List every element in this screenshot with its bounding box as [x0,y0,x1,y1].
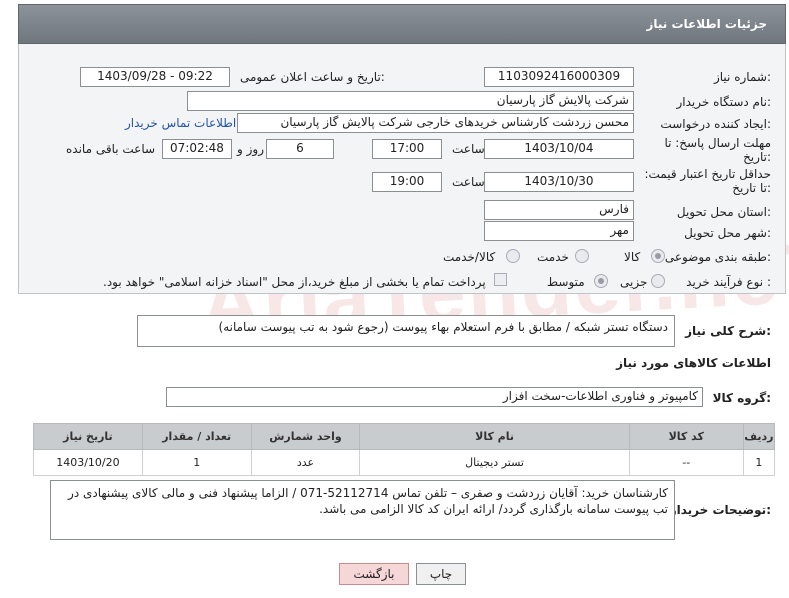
cell-code: -- [628,449,744,476]
province-field[interactable]: فارس [484,200,634,220]
process-minor-label: جزیی [620,275,648,289]
requester-label: ایجاد کننده درخواست: [660,117,771,131]
goods-table: ردیف کد کالا نام کالا واحد شمارش تعداد /… [33,423,776,476]
cell-name: تستر دیجیتال [359,449,630,476]
table-row[interactable]: 1 -- تستر دیجیتال عدد 1 1403/10/20 [33,449,776,476]
category-service-label: خدمت [537,250,569,264]
announce-label: تاریخ و ساعت اعلان عمومی: [240,70,385,84]
cell-unit: عدد [250,449,361,476]
page-title: جزئیات اطلاعات نیاز [646,17,767,31]
title-bar: جزئیات اطلاعات نیاز [18,4,786,44]
goods-group-label: گروه کالا: [712,391,771,405]
back-button[interactable]: بازگشت [339,563,409,585]
category-radio-both[interactable] [506,249,520,263]
process-radio-medium[interactable] [594,274,608,288]
cell-date: 1403/10/20 [33,449,143,476]
announce-field[interactable]: 1403/09/28 - 09:22 [80,67,230,87]
days-field[interactable]: 6 [266,139,334,159]
buyer-notes-label: توضیحات خریدار: [669,503,771,517]
buyer-notes-textarea[interactable]: کارشناسان خرید: آقایان زردشت و صفری – تل… [50,480,675,540]
process-radio-minor[interactable] [651,274,665,288]
category-radio-goods[interactable] [651,249,665,263]
goods-group-field[interactable]: کامپیوتر و فناوری اطلاعات-سخت افزار [166,387,703,407]
price-time-field[interactable]: 19:00 [372,172,442,192]
buyer-org-field[interactable]: شرکت پالایش گاز پارسیان [187,91,634,111]
requester-field[interactable]: محسن زردشت کارشناس خریدهای خارجی شرکت پا… [237,113,634,133]
remaining-time-field[interactable]: 07:02:48 [162,139,232,159]
col-unit: واحد شمارش [250,423,361,450]
category-label: طبقه بندی موضوعی: [664,250,771,264]
buyer-contact-link[interactable]: اطلاعات تماس خریدار [125,116,236,130]
price-time-label: ساعت [452,175,485,189]
category-radio-service[interactable] [575,249,589,263]
col-row: ردیف [742,423,776,450]
description-label: شرح کلی نیاز: [685,324,771,338]
reply-date-field[interactable]: 1403/10/04 [484,139,634,159]
reply-time-field[interactable]: 17:00 [372,139,442,159]
price-date-field[interactable]: 1403/10/30 [484,172,634,192]
need-number-field[interactable]: 1103092416000309 [484,67,634,87]
col-code: کد کالا [628,423,744,450]
payment-note: پرداخت تمام یا بخشی از مبلغ خرید،از محل … [103,275,486,289]
province-label: استان محل تحویل: [676,205,771,219]
remaining-label: ساعت باقی مانده [66,142,156,156]
city-label: شهر محل تحویل: [684,226,771,240]
city-field[interactable]: مهر [484,221,634,241]
days-label: روز و [237,142,264,156]
price-validity-label: حداقل تاریخ اعتبار قیمت: تا تاریخ: [644,167,771,195]
need-number-label: شماره نیاز: [713,70,771,84]
category-both-label: کالا/خدمت [443,250,496,264]
col-name: نام کالا [359,423,630,450]
process-label: نوع فرآیند خرید : [686,275,771,289]
goods-section-title: اطلاعات کالاهای مورد نیاز [616,356,771,370]
process-medium-label: متوسط [547,275,585,289]
category-goods-label: کالا [624,250,641,264]
print-button[interactable]: چاپ [416,563,466,585]
cell-row: 1 [742,449,776,476]
col-date: تاریخ نیاز [33,423,143,450]
treasury-payment-checkbox[interactable] [494,273,507,286]
reply-deadline-label: مهلت ارسال پاسخ: تا تاریخ: [664,136,771,164]
description-textarea[interactable]: دستگاه تستر شبکه / مطابق با فرم استعلام … [137,315,675,347]
buyer-org-label: نام دستگاه خریدار: [676,95,772,109]
col-qty: تعداد / مقدار [141,423,252,450]
reply-time-label: ساعت [452,142,485,156]
table-header-row: ردیف کد کالا نام کالا واحد شمارش تعداد /… [33,423,776,450]
cell-qty: 1 [141,449,252,476]
